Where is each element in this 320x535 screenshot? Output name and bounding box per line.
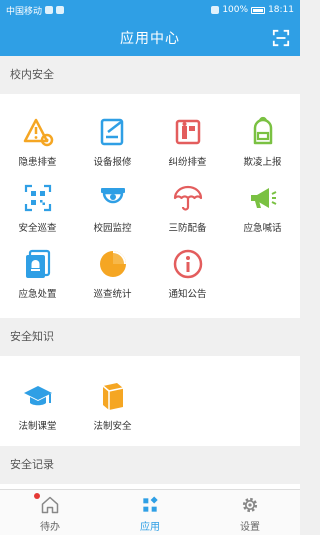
gear-icon [242,497,258,513]
wifi-icon [211,6,220,14]
signal-icon [45,6,54,14]
tab-label: 应用 [140,522,160,533]
section-campus-safety: 校内安全 隐患排查 设备报修 纠纷排查 欺凌上报 安全巡查 校园监控 三防配备 … [0,56,300,318]
app-label: 通知公告 [168,289,207,300]
app-campus-monitor[interactable]: 校园监控 [75,170,150,236]
app-label: 应急喊话 [243,223,282,234]
section-safety-knowledge: 安全知识 法制课堂 法制安全 [0,318,300,446]
app-label: 纠纷排查 [168,157,207,168]
dispute-board-icon [175,119,200,145]
battery-label: 100% [222,5,249,15]
app-label: 应急处置 [18,289,57,300]
clock-label: 18:11 [268,5,294,15]
app-safety-patrol[interactable]: 安全巡查 [0,170,75,236]
app-label: 三防配备 [168,223,207,234]
info-icon [173,249,202,279]
tab-todo[interactable]: 待办 [0,490,100,535]
app-equipment-repair[interactable]: 设备报修 [75,104,150,170]
backpack-icon [253,116,272,145]
tab-settings[interactable]: 设置 [200,490,300,535]
section-title: 校内安全 [0,56,300,94]
qr-code-icon [24,184,51,212]
unread-badge [34,493,40,499]
app-label: 欺凌上报 [243,157,282,168]
app-label: 巡查统计 [93,289,132,300]
app-bullying-report[interactable]: 欺凌上报 [225,104,300,170]
app-notices[interactable]: 通知公告 [150,236,225,302]
section-title: 安全知识 [0,318,300,356]
repair-note-icon [100,118,123,146]
app-label: 法制课堂 [18,421,57,432]
camera-icon [100,188,125,204]
section-title: 安全记录 [0,446,300,484]
app-header: 应用中心 [0,20,300,56]
pie-chart-icon [99,251,126,277]
app-emergency-broadcast[interactable]: 应急喊话 [225,170,300,236]
app-emergency-handling[interactable]: 应急处置 [0,236,75,302]
megaphone-icon [250,188,276,208]
app-label: 校园监控 [93,223,132,234]
app-dispute-check[interactable]: 纠纷排查 [150,104,225,170]
graduation-cap-icon [23,386,52,406]
app-label: 设备报修 [93,157,132,168]
tab-label: 待办 [40,522,60,533]
app-label: 隐患排查 [18,157,57,168]
tab-bar: 待办 应用 设置 [0,489,300,535]
hazard-gear-icon [23,118,53,147]
app-law-classroom[interactable]: 法制课堂 [0,368,75,434]
notification-icon [56,6,65,14]
app-label: 法制安全 [93,421,132,432]
app-law-safety[interactable]: 法制安全 [75,368,150,434]
app-hazard-check[interactable]: 隐患排查 [0,104,75,170]
app-patrol-stats[interactable]: 巡查统计 [75,236,150,302]
carrier-label: 中国移动 [6,6,43,17]
page-title: 应用中心 [120,31,180,47]
apps-grid-icon [143,496,158,512]
home-icon [41,496,59,514]
alert-doc-icon [25,249,50,278]
status-bar: 中国移动 100% 18:11 [0,0,300,20]
book-icon [102,383,123,410]
tab-apps[interactable]: 应用 [100,490,200,535]
scan-icon[interactable] [272,29,290,47]
battery-icon [251,6,266,14]
tab-label: 设置 [240,522,260,533]
umbrella-icon [173,185,202,211]
app-label: 安全巡查 [18,223,57,234]
app-three-defense[interactable]: 三防配备 [150,170,225,236]
